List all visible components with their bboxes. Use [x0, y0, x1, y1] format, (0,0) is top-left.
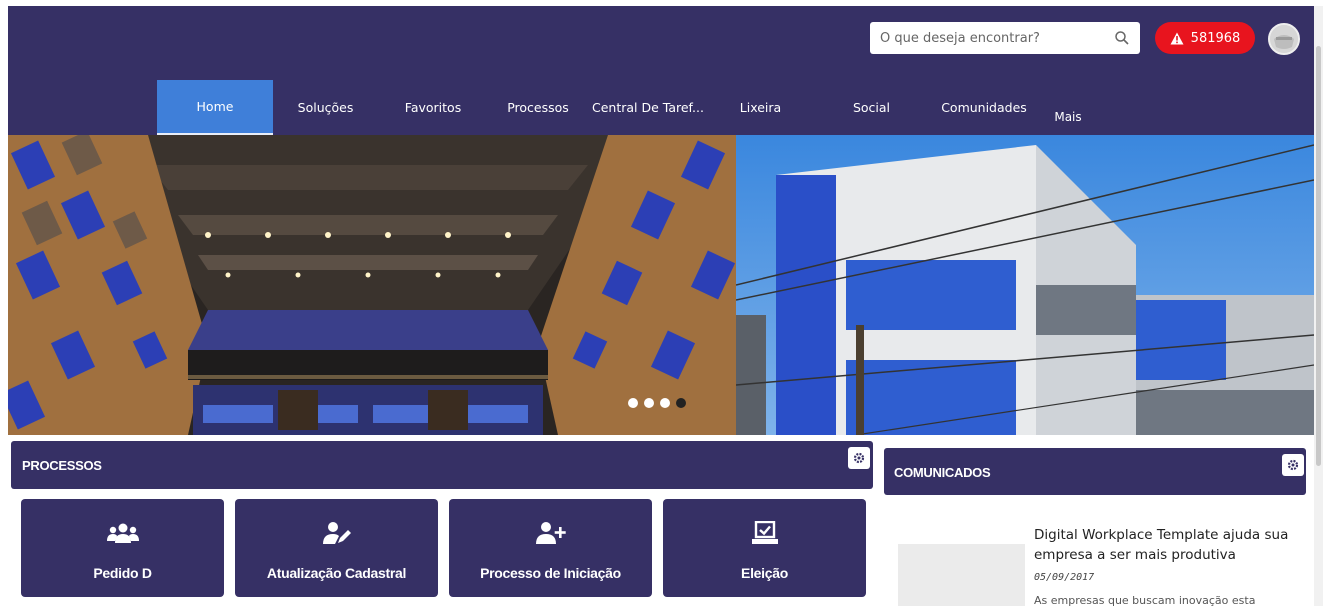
page-scrollbar[interactable] — [1314, 6, 1323, 606]
processes-title: PROCESSOS — [22, 458, 102, 473]
news-title[interactable]: Digital Workplace Template ajuda sua emp… — [1034, 525, 1296, 565]
process-card-processo-de-iniciacao[interactable]: Processo de Iniciação — [449, 499, 652, 597]
nav-mais[interactable]: Mais — [1038, 80, 1098, 135]
process-card-atualizacao-cadastral[interactable]: Atualização Cadastral — [235, 499, 438, 597]
nav-solucoes[interactable]: Soluções — [273, 80, 378, 135]
nav-favoritos[interactable]: Favoritos — [378, 80, 488, 135]
carousel-dots — [628, 398, 686, 408]
user-avatar-icon — [1270, 25, 1298, 53]
building-image — [736, 135, 1314, 435]
search-icon[interactable] — [1114, 30, 1130, 46]
auditorium-image — [8, 135, 736, 435]
scrollbar-thumb[interactable] — [1316, 46, 1321, 466]
announcements-body: Digital Workplace Template ajuda sua emp… — [884, 495, 1306, 606]
nav-lixeira[interactable]: Lixeira — [708, 80, 813, 135]
hero-carousel[interactable] — [8, 135, 1314, 435]
carousel-dot[interactable] — [660, 398, 670, 408]
warning-icon — [1170, 32, 1184, 44]
process-card-label: Processo de Iniciação — [480, 565, 621, 581]
user-plus-icon — [535, 522, 566, 544]
process-card-eleicao[interactable]: Eleição — [663, 499, 866, 597]
page: { "header": { "search": { "placeholder":… — [0, 0, 1323, 606]
user-avatar[interactable] — [1268, 23, 1300, 55]
nav-processos[interactable]: Processos — [488, 80, 588, 135]
search-input[interactable] — [880, 30, 1114, 46]
announcements-title: COMUNICADOS — [894, 465, 991, 480]
news-date: 05/09/2017 — [1034, 572, 1095, 583]
process-cards: Pedido D Atualização Cadastral Processo … — [21, 499, 866, 597]
announcements-header: COMUNICADOS — [884, 448, 1306, 495]
search-box[interactable] — [870, 22, 1140, 54]
carousel-dot[interactable] — [644, 398, 654, 408]
process-card-label: Pedido D — [93, 565, 152, 581]
carousel-dot-active[interactable] — [676, 398, 686, 408]
nav-central-de-tarefas[interactable]: Central De Taref... — [588, 80, 708, 135]
top-header: 581968 Home Soluções Favoritos Processos… — [8, 6, 1314, 135]
carousel-dot[interactable] — [628, 398, 638, 408]
news-excerpt: As empresas que buscam inovação esta — [1034, 594, 1256, 606]
news-thumbnail[interactable] — [898, 544, 1025, 606]
nav-home[interactable]: Home — [157, 80, 273, 135]
announcements-settings-button[interactable] — [1282, 454, 1304, 476]
nav-comunidades[interactable]: Comunidades — [930, 80, 1038, 135]
nav-social[interactable]: Social — [813, 80, 930, 135]
alert-badge[interactable]: 581968 — [1155, 22, 1255, 54]
users-icon — [106, 523, 139, 543]
main-nav: Home Soluções Favoritos Processos Centra… — [157, 80, 1098, 135]
ballot-icon — [751, 521, 778, 544]
processes-header: PROCESSOS — [11, 441, 873, 489]
gear-icon — [853, 452, 865, 464]
process-card-label: Atualização Cadastral — [266, 565, 407, 581]
process-card-label: Eleição — [741, 565, 788, 581]
processes-settings-button[interactable] — [848, 447, 870, 469]
alert-count: 581968 — [1190, 30, 1241, 46]
gear-icon — [1287, 459, 1299, 471]
user-edit-icon — [322, 522, 351, 544]
process-card-pedido-d[interactable]: Pedido D — [21, 499, 224, 597]
